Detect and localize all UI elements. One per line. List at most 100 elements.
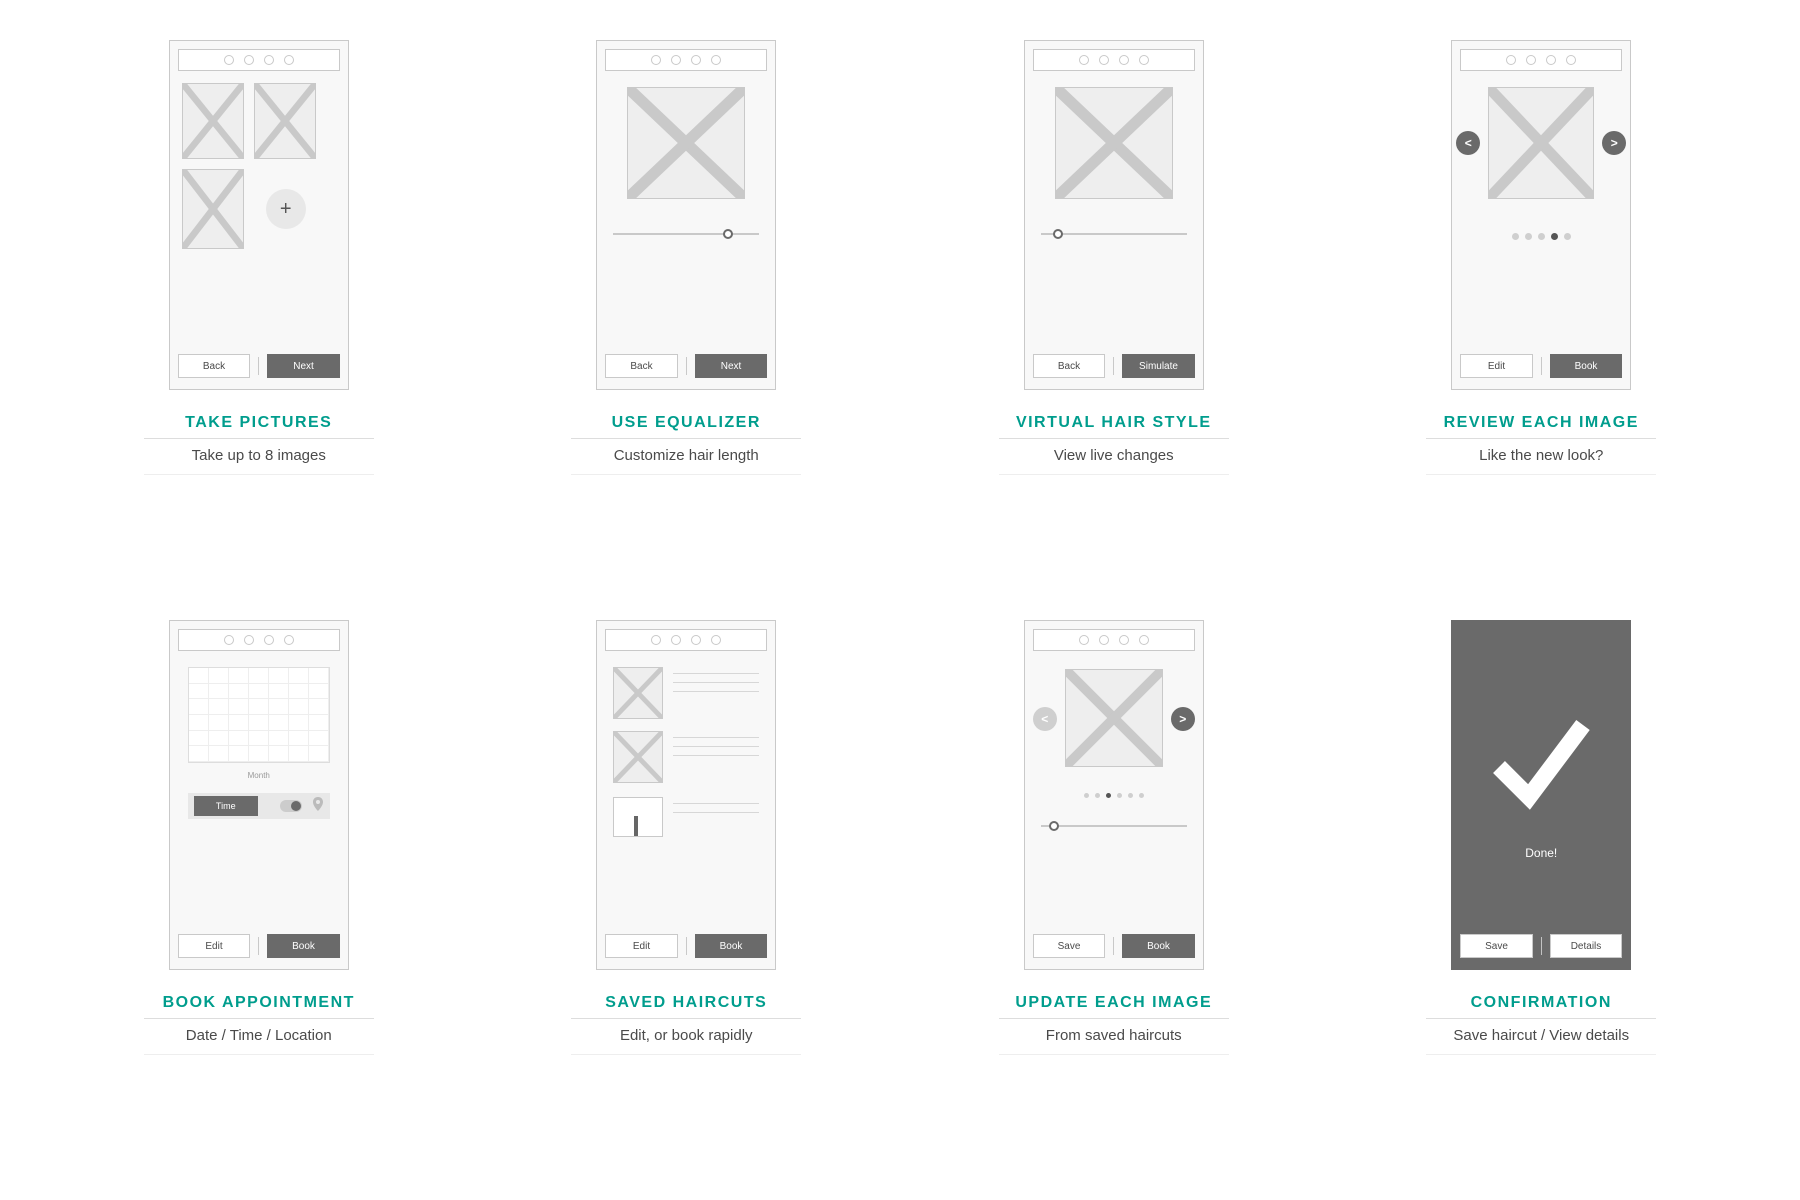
image-placeholder[interactable] [613, 667, 663, 719]
image-placeholder[interactable] [254, 83, 316, 159]
edit-button[interactable]: Edit [1460, 354, 1533, 378]
pager-dot[interactable] [1139, 793, 1144, 798]
chevron-left-icon: < [1465, 136, 1472, 150]
book-button[interactable]: Book [695, 934, 768, 958]
screen-subtitle: Like the new look? [1426, 439, 1656, 475]
screen-subtitle: Take up to 8 images [144, 439, 374, 475]
pager-dot[interactable] [1564, 233, 1571, 240]
simulate-button[interactable]: Simulate [1122, 354, 1195, 378]
button-separator [1541, 357, 1542, 375]
phone-frame: Done! Save Details [1451, 620, 1631, 970]
button-separator [258, 357, 259, 375]
button-separator [258, 937, 259, 955]
button-separator [686, 357, 687, 375]
screen-review-each-image: < > Edit Book REVIEW EACH IMAGE Like the… [1403, 40, 1681, 580]
step-dot [1079, 635, 1089, 645]
edit-button[interactable]: Edit [605, 934, 678, 958]
screen-subtitle: Save haircut / View details [1426, 1019, 1656, 1055]
step-dot [284, 55, 294, 65]
calendar[interactable] [188, 667, 330, 763]
back-button[interactable]: Back [605, 354, 678, 378]
prev-arrow-button[interactable]: < [1456, 131, 1480, 155]
step-dot [1099, 635, 1109, 645]
pager-dot[interactable] [1128, 793, 1133, 798]
pager-dot[interactable] [1084, 793, 1089, 798]
plus-icon: + [280, 198, 292, 221]
phone-frame: Month Time Edit Book [169, 620, 349, 970]
button-separator [686, 937, 687, 955]
button-separator [1541, 937, 1542, 955]
next-arrow-button[interactable]: > [1171, 707, 1195, 731]
screen-subtitle: View live changes [999, 439, 1229, 475]
length-slider[interactable] [1041, 233, 1187, 235]
step-dot [284, 635, 294, 645]
save-button[interactable]: Save [1033, 934, 1106, 958]
image-placeholder[interactable] [613, 731, 663, 783]
step-dot [264, 635, 274, 645]
add-image-button[interactable]: + [266, 189, 306, 229]
image-placeholder[interactable] [182, 169, 244, 249]
slider-thumb[interactable] [1053, 229, 1063, 239]
screen-title: USE EQUALIZER [571, 414, 801, 439]
next-button[interactable]: Next [267, 354, 340, 378]
step-dot [224, 635, 234, 645]
location-toggle[interactable] [280, 800, 302, 812]
time-button[interactable]: Time [194, 796, 258, 816]
pager-dot[interactable] [1525, 233, 1532, 240]
chevron-right-icon: > [1179, 712, 1186, 726]
screen-book-appointment: Month Time Edit Book BOOK APPOINTMENT Da… [120, 620, 398, 1160]
step-dot [691, 55, 701, 65]
step-dot [671, 635, 681, 645]
slider-thumb[interactable] [723, 229, 733, 239]
pager-dot[interactable] [1538, 233, 1545, 240]
phone-frame: + Back Next [169, 40, 349, 390]
stepper-bar [605, 629, 767, 651]
pager-dot-active[interactable] [1106, 793, 1111, 798]
stepper-bar [1460, 49, 1622, 71]
pager-dots [1460, 233, 1622, 240]
save-button[interactable]: Save [1460, 934, 1533, 958]
step-dot [1079, 55, 1089, 65]
month-label: Month [178, 771, 340, 780]
prev-arrow-button[interactable]: < [1033, 707, 1057, 731]
next-arrow-button[interactable]: > [1602, 131, 1626, 155]
screen-saved-haircuts: Edit Book SAVED HAIRCUTS Edit, or book r… [548, 620, 826, 1160]
image-placeholder [1065, 669, 1163, 767]
pager-dot[interactable] [1095, 793, 1100, 798]
partial-image-placeholder[interactable] [613, 797, 663, 837]
step-dot [1139, 635, 1149, 645]
time-row: Time [188, 793, 330, 819]
book-button[interactable]: Book [267, 934, 340, 958]
pager-dot[interactable] [1117, 793, 1122, 798]
screen-subtitle: Customize hair length [571, 439, 801, 475]
slider-thumb[interactable] [1049, 821, 1059, 831]
step-dot [651, 55, 661, 65]
pager-dot-active[interactable] [1551, 233, 1558, 240]
edit-button[interactable]: Edit [178, 934, 251, 958]
list-item-text [673, 673, 759, 700]
book-button[interactable]: Book [1550, 354, 1623, 378]
screen-title: CONFIRMATION [1426, 994, 1656, 1019]
image-placeholder[interactable] [182, 83, 244, 159]
book-button[interactable]: Book [1122, 934, 1195, 958]
chevron-left-icon: < [1041, 712, 1048, 726]
screen-subtitle: From saved haircuts [999, 1019, 1229, 1055]
length-slider[interactable] [613, 233, 759, 235]
step-dot [711, 55, 721, 65]
details-button[interactable]: Details [1550, 934, 1623, 958]
length-slider[interactable] [1041, 825, 1187, 827]
step-dot [711, 635, 721, 645]
next-button[interactable]: Next [695, 354, 768, 378]
phone-frame: Edit Book [596, 620, 776, 970]
back-button[interactable]: Back [178, 354, 251, 378]
phone-frame: < > Edit Book [1451, 40, 1631, 390]
pager-dot[interactable] [1512, 233, 1519, 240]
screen-subtitle: Edit, or book rapidly [571, 1019, 801, 1055]
screen-title: BOOK APPOINTMENT [144, 994, 374, 1019]
step-dot [1119, 55, 1129, 65]
step-dot [671, 55, 681, 65]
back-button[interactable]: Back [1033, 354, 1106, 378]
stepper-bar [178, 629, 340, 651]
image-placeholder [1488, 87, 1594, 199]
chevron-right-icon: > [1611, 136, 1618, 150]
